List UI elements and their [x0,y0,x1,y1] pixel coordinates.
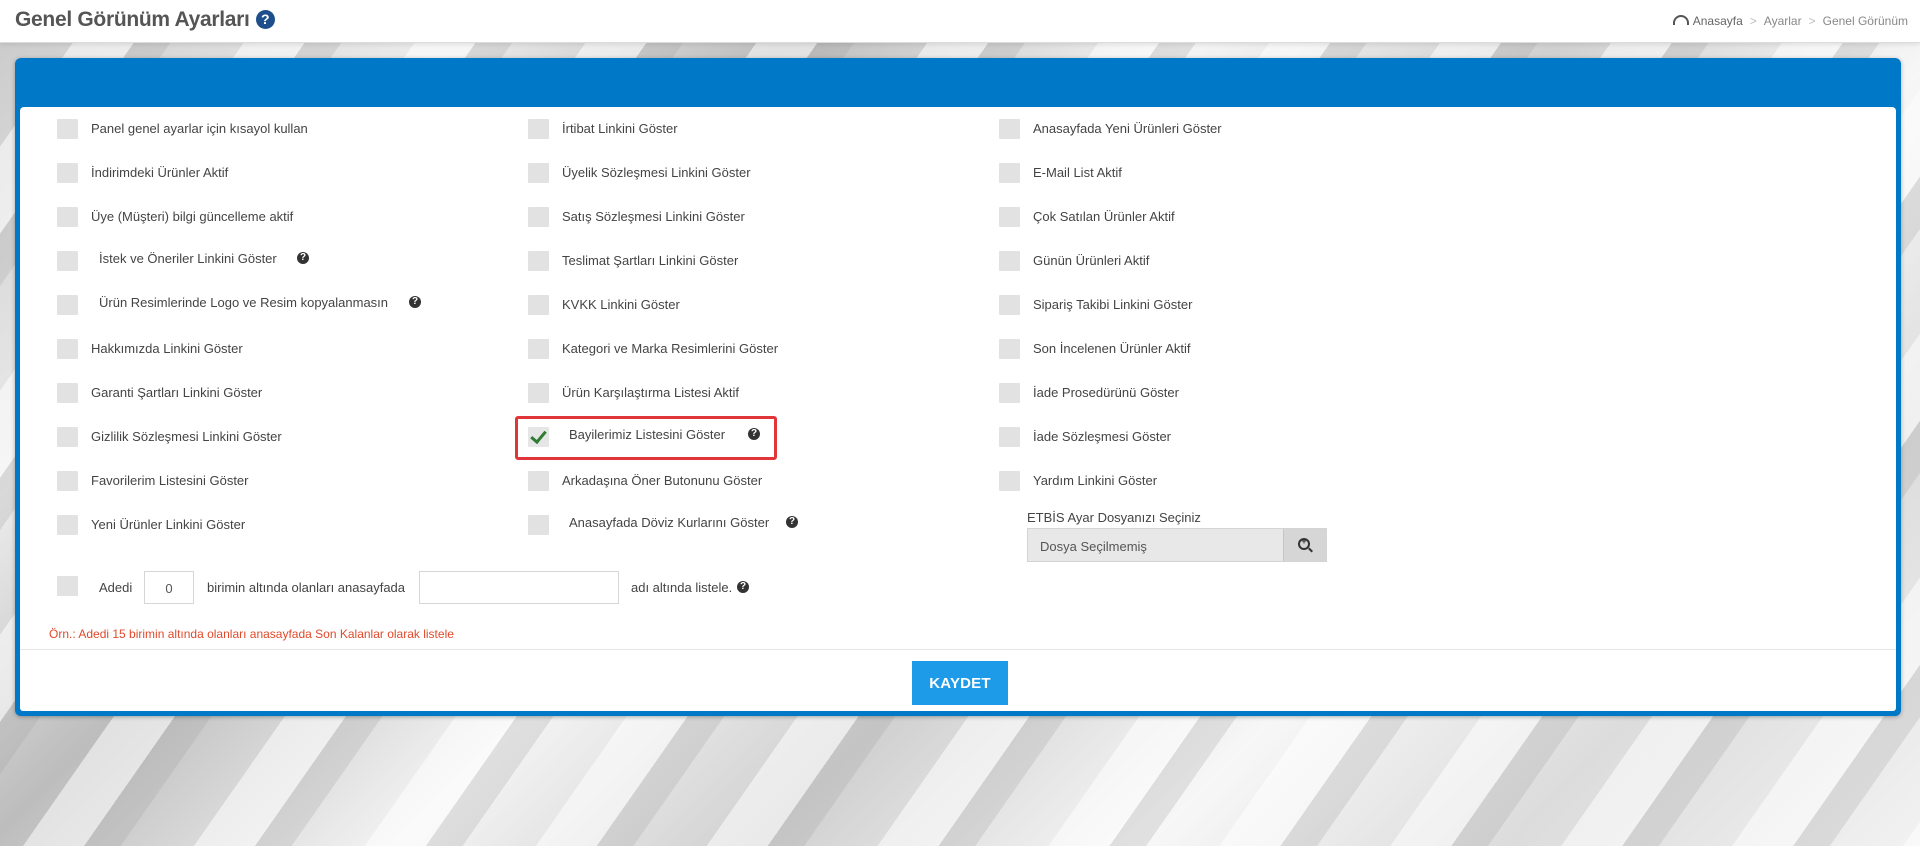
checkbox[interactable] [528,119,549,139]
question-circle-icon[interactable]: ? [255,10,275,29]
checkbox-label: Üye (Müşteri) bilgi güncelleme aktif [91,209,294,224]
checkbox-label: Ürün Resimlerinde Logo ve Resim kopyalan… [99,295,389,310]
checkbox-label: Favorilerim Listesini Göster [91,473,249,488]
breadcrumb-settings[interactable]: Ayarlar [1764,14,1802,28]
checkbox-label: İndirimdeki Ürünler Aktif [91,165,229,180]
checkbox-label: Teslimat Şartları Linkini Göster [562,253,739,268]
checkbox[interactable] [528,295,549,315]
checkbox[interactable] [999,427,1020,447]
checkbox-label: Kategori ve Marka Resimlerini Göster [562,341,779,356]
stock-prefix-label: Adedi [99,580,133,595]
checkbox-label: İade Sözleşmesi Göster [1033,429,1172,444]
checkbox[interactable] [57,207,78,227]
checkbox-label: İade Prosedürünü Göster [1033,385,1179,400]
checkbox[interactable] [57,251,78,271]
checkbox[interactable] [999,383,1020,403]
checkbox-label: Gizlilik Sözleşmesi Linkini Göster [91,429,282,444]
checkbox-label: Yardım Linkini Göster [1033,473,1158,488]
checkbox[interactable] [999,295,1020,315]
checkbox-label: Günün Ürünleri Aktif [1033,253,1150,268]
checkbox[interactable] [528,163,549,183]
checkbox[interactable] [999,471,1020,491]
etbis-file-input[interactable]: Dosya Seçilmemiş [1027,528,1327,562]
checkbox-label: Yeni Ürünler Linkini Göster [91,517,246,532]
checkbox-label: Üyelik Sözleşmesi Linkini Göster [562,165,751,180]
breadcrumb: Anasayfa > Ayarlar > Genel Görünüm [1672,14,1908,28]
dashboard-icon [1672,15,1689,25]
checkbox[interactable] [57,295,78,315]
stock-listing-row: Adedi 0 birimin altında olanları anasayf… [57,570,757,606]
checkbox[interactable] [999,119,1020,139]
checkbox-label: Sipariş Takibi Linkini Göster [1033,297,1193,312]
question-circle-icon[interactable]: ? [737,581,749,593]
checkbox-label: Son İncelenen Ürünler Aktif [1033,341,1191,356]
stock-middle-label: birimin altında olanları anasayfada [207,580,406,595]
checkbox[interactable] [57,427,78,447]
checkbox[interactable] [57,339,78,359]
checkbox[interactable] [528,515,549,535]
checkbox[interactable] [57,471,78,491]
stock-listing-checkbox[interactable] [57,576,78,596]
question-circle-icon[interactable]: ? [409,296,421,308]
checkbox[interactable] [57,383,78,403]
checkbox[interactable] [999,163,1020,183]
example-note: Örn.: Adedi 15 birimin altında olanları … [49,627,454,641]
checkbox[interactable] [528,207,549,227]
checkbox-label: E-Mail List Aktif [1033,165,1122,180]
page-title-text: Genel Görünüm Ayarları [15,8,250,31]
checkbox-label: İstek ve Öneriler Linkini Göster [99,251,277,266]
checkbox[interactable] [528,339,549,359]
breadcrumb-separator: > [1808,14,1816,28]
question-circle-icon[interactable]: ? [786,516,798,528]
stock-suffix-text: adı altında listele. [631,580,733,595]
checkbox[interactable] [999,339,1020,359]
checkbox[interactable] [999,207,1020,227]
question-circle-icon[interactable]: ? [297,252,309,264]
breadcrumb-current: Genel Görünüm [1822,14,1908,28]
stock-quantity-input[interactable]: 0 [144,571,194,604]
checkbox-label: Anasayfada Yeni Ürünleri Göster [1033,121,1222,136]
checkbox[interactable] [57,119,78,139]
checkbox-label: Satış Sözleşmesi Linkini Göster [562,209,745,224]
checkbox[interactable] [57,515,78,535]
file-browse-button[interactable] [1283,529,1326,561]
checkbox[interactable] [999,251,1020,271]
checkbox-label: Anasayfada Döviz Kurlarını Göster [569,515,770,530]
checkbox-label: KVKK Linkini Göster [562,297,680,312]
page-title: Genel Görünüm Ayarları? [15,8,275,32]
checkbox[interactable] [57,163,78,183]
save-button[interactable]: KAYDET [912,661,1008,705]
checkbox-label: Çok Satılan Ürünler Aktif [1033,209,1175,224]
etbis-file-label: ETBİS Ayar Dosyanızı Seçiniz [1027,510,1201,525]
checkbox-label: Hakkımızda Linkini Göster [91,341,243,356]
checkbox-label: Garanti Şartları Linkini Göster [91,385,263,400]
checkbox-label: Arkadaşına Öner Butonunu Göster [562,473,763,488]
divider [20,649,1896,650]
checkbox-label: Ürün Karşılaştırma Listesi Aktif [562,385,739,400]
checkbox-label: İrtibat Linkini Göster [562,121,678,136]
checkbox[interactable] [528,471,549,491]
file-input-value: Dosya Seçilmemiş [1040,539,1147,554]
highlight-box [515,416,777,460]
breadcrumb-home[interactable]: Anasayfa [1693,14,1743,28]
settings-panel-body [20,107,1896,711]
search-plus-icon [1298,536,1310,550]
stock-suffix-label: adı altında listele. [631,580,732,595]
top-bar: Genel Görünüm Ayarları? Anasayfa > Ayarlar… [0,0,1920,43]
breadcrumb-separator: > [1749,14,1757,28]
checkbox[interactable] [528,251,549,271]
settings-panel [15,58,1901,716]
checkbox-label: Panel genel ayarlar için kısayol kullan [91,121,308,136]
checkbox[interactable] [528,383,549,403]
stock-name-input[interactable] [419,571,619,604]
